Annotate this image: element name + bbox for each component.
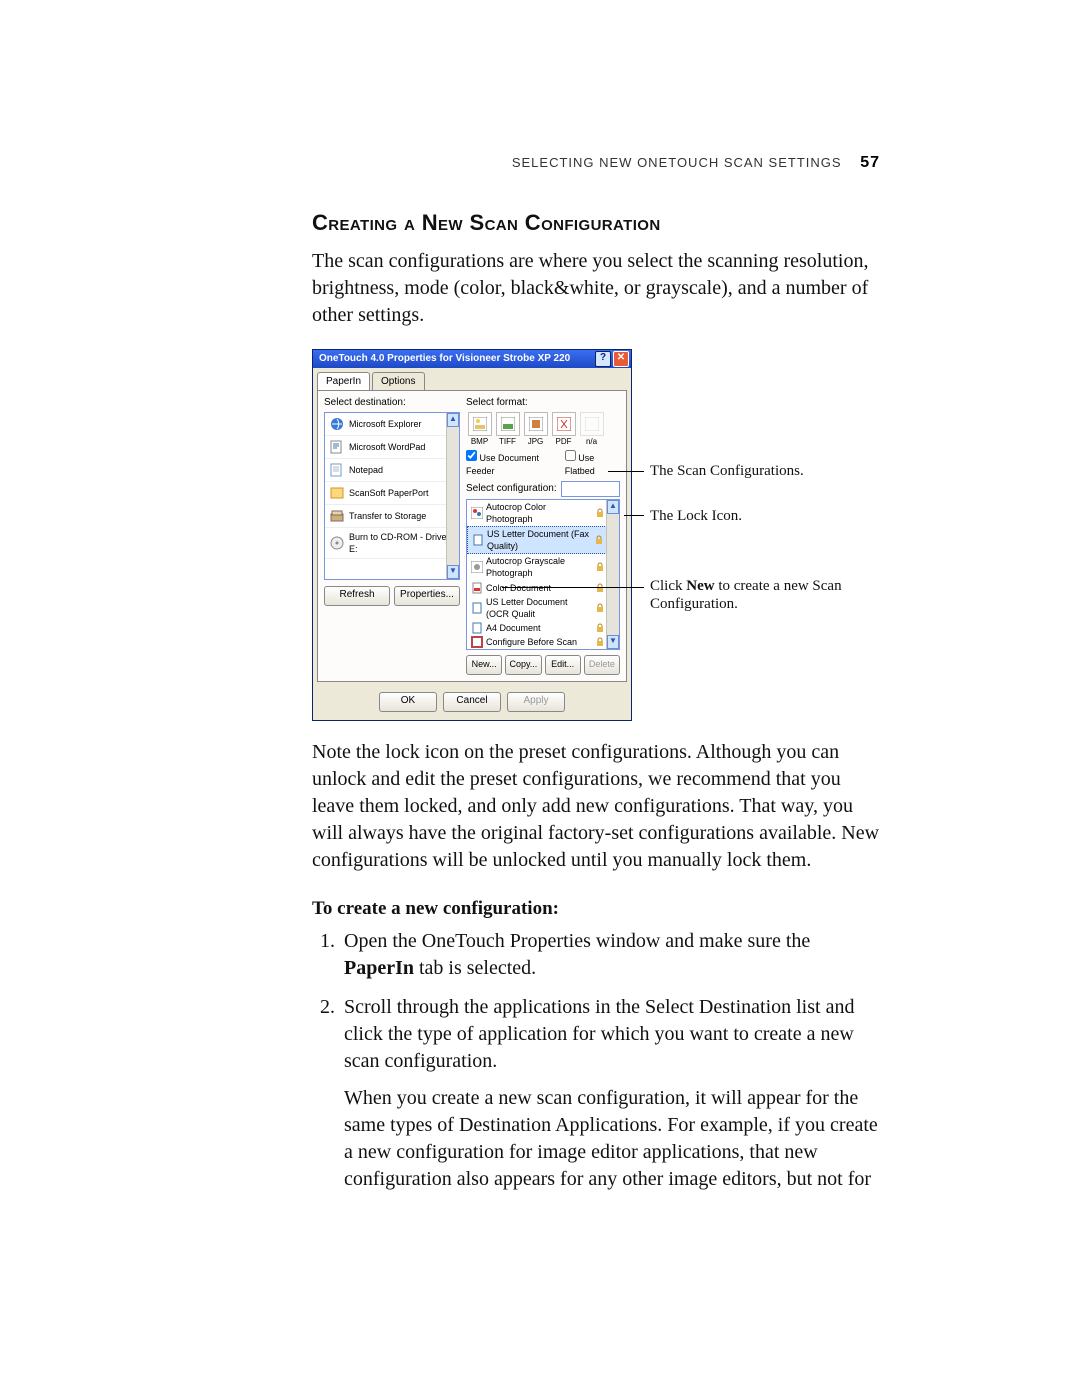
storage-icon bbox=[329, 508, 345, 524]
cd-icon bbox=[329, 535, 345, 551]
format-pdf[interactable]: PDF bbox=[550, 412, 577, 448]
figure: OneTouch 4.0 Properties for Visioneer St… bbox=[312, 349, 880, 722]
procedure-list: Open the OneTouch Properties window and … bbox=[312, 928, 880, 1193]
list-item-label: Notepad bbox=[349, 464, 383, 476]
config-item[interactable]: US Letter Document (OCR Qualit bbox=[467, 595, 619, 621]
lock-icon bbox=[595, 562, 605, 572]
lock-icon bbox=[595, 603, 605, 613]
page-number: 57 bbox=[860, 154, 880, 171]
list-item-label: Microsoft Explorer bbox=[349, 418, 422, 430]
destination-label: Select destination: bbox=[324, 396, 460, 410]
config-item[interactable]: US Letter Document (Fax Quality) bbox=[467, 526, 619, 554]
config-item[interactable]: A4 Document bbox=[467, 621, 619, 635]
format-grid: BMP TIFF JPG PDF n/a bbox=[466, 412, 620, 448]
color-photo-icon bbox=[471, 507, 483, 519]
callout-scan-configurations: The Scan Configurations. bbox=[650, 462, 804, 481]
configure-icon bbox=[471, 636, 483, 648]
refresh-button[interactable]: Refresh bbox=[324, 586, 390, 606]
delete-button[interactable]: Delete bbox=[584, 655, 620, 675]
running-header: Selecting New OneTouch Scan Settings 57 bbox=[512, 152, 880, 174]
config-item[interactable]: Configure Before Scan bbox=[467, 635, 619, 649]
edit-button[interactable]: Edit... bbox=[545, 655, 581, 675]
use-flatbed-checkbox[interactable]: Use Flatbed bbox=[565, 450, 620, 476]
note-paragraph: Note the lock icon on the preset configu… bbox=[312, 739, 880, 874]
step-note: When you create a new scan configuration… bbox=[344, 1085, 880, 1193]
format-bmp[interactable]: BMP bbox=[466, 412, 493, 448]
dialog-panel: Select destination: Microsoft Explorer bbox=[317, 390, 627, 682]
lock-icon bbox=[595, 508, 605, 518]
close-icon[interactable]: ✕ bbox=[613, 351, 629, 367]
callout-new: Click New to create a new Scan Configura… bbox=[650, 577, 854, 615]
copy-button[interactable]: Copy... bbox=[505, 655, 541, 675]
use-doc-feeder-checkbox[interactable]: Use Document Feeder bbox=[466, 450, 559, 476]
scroll-up-icon[interactable]: ▲ bbox=[607, 500, 619, 514]
ie-icon bbox=[329, 416, 345, 432]
properties-button[interactable]: Properties... bbox=[394, 586, 460, 606]
lock-icon bbox=[595, 637, 605, 647]
config-list[interactable]: Autocrop Color Photograph US Letter Docu… bbox=[466, 499, 620, 651]
scroll-down-icon[interactable]: ▼ bbox=[607, 635, 619, 649]
lock-icon bbox=[594, 535, 604, 545]
list-item[interactable]: ScanSoft PaperPort bbox=[325, 482, 459, 505]
manual-page: Selecting New OneTouch Scan Settings 57 … bbox=[0, 0, 1080, 1397]
running-header-text: Selecting New OneTouch Scan Settings bbox=[512, 155, 842, 170]
format-label: Select format: bbox=[466, 396, 620, 410]
format-na[interactable]: n/a bbox=[578, 412, 605, 448]
paperport-icon bbox=[329, 485, 345, 501]
dialog-bottom-buttons: OK Cancel Apply bbox=[313, 686, 631, 720]
list-item-label: Burn to CD-ROM - Drive E: bbox=[349, 531, 455, 555]
new-button[interactable]: New... bbox=[466, 655, 502, 675]
list-item[interactable]: Notepad bbox=[325, 459, 459, 482]
config-item[interactable]: Autocrop Grayscale Photograph bbox=[467, 554, 619, 580]
list-item-label: Microsoft WordPad bbox=[349, 441, 425, 453]
callout-lock-icon: The Lock Icon. bbox=[650, 507, 742, 526]
ok-button[interactable]: OK bbox=[379, 692, 437, 712]
list-item[interactable]: Burn to CD-ROM - Drive E: bbox=[325, 528, 459, 559]
help-icon[interactable]: ? bbox=[595, 351, 611, 367]
properties-dialog: OneTouch 4.0 Properties for Visioneer St… bbox=[312, 349, 632, 722]
color-doc-icon bbox=[471, 582, 483, 594]
document-icon bbox=[471, 602, 483, 614]
document-icon bbox=[472, 534, 484, 546]
format-jpg[interactable]: JPG bbox=[522, 412, 549, 448]
format-tiff[interactable]: TIFF bbox=[494, 412, 521, 448]
list-item: Open the OneTouch Properties window and … bbox=[340, 928, 880, 982]
cancel-button[interactable]: Cancel bbox=[443, 692, 501, 712]
lock-icon bbox=[595, 623, 605, 633]
list-item[interactable]: Transfer to Storage bbox=[325, 505, 459, 528]
list-item-label: Transfer to Storage bbox=[349, 510, 426, 522]
apply-button[interactable]: Apply bbox=[507, 692, 565, 712]
destination-column: Select destination: Microsoft Explorer bbox=[324, 396, 460, 675]
intro-paragraph: The scan configurations are where you se… bbox=[312, 248, 880, 329]
scroll-up-icon[interactable]: ▲ bbox=[447, 413, 459, 427]
tab-options[interactable]: Options bbox=[372, 372, 424, 391]
list-item-label: ScanSoft PaperPort bbox=[349, 487, 429, 499]
destination-scrollbar[interactable]: ▲ ▼ bbox=[446, 413, 459, 579]
dialog-title: OneTouch 4.0 Properties for Visioneer St… bbox=[319, 352, 570, 366]
format-config-column: Select format: BMP TIFF JPG PDF n/a Use … bbox=[466, 396, 620, 675]
list-item[interactable]: Microsoft WordPad bbox=[325, 436, 459, 459]
procedure-subhead: To create a new configuration: bbox=[312, 896, 880, 922]
document-icon bbox=[471, 622, 483, 634]
tab-strip: PaperIn Options bbox=[313, 368, 631, 391]
dialog-titlebar: OneTouch 4.0 Properties for Visioneer St… bbox=[313, 350, 631, 368]
config-search-input[interactable] bbox=[561, 481, 620, 497]
notepad-icon bbox=[329, 462, 345, 478]
destination-list[interactable]: Microsoft Explorer Microsoft WordPad bbox=[324, 412, 460, 580]
config-item[interactable]: Autocrop Color Photograph bbox=[467, 500, 619, 526]
tab-paperin[interactable]: PaperIn bbox=[317, 372, 370, 391]
config-scrollbar[interactable]: ▲ ▼ bbox=[606, 500, 619, 650]
section-heading: Creating a New Scan Configuration bbox=[312, 208, 880, 238]
grayscale-photo-icon bbox=[471, 561, 483, 573]
list-item: Scroll through the applications in the S… bbox=[340, 994, 880, 1193]
list-item[interactable]: Microsoft Explorer bbox=[325, 413, 459, 436]
config-label: Select configuration: bbox=[466, 482, 557, 496]
scroll-down-icon[interactable]: ▼ bbox=[447, 565, 459, 579]
wordpad-icon bbox=[329, 439, 345, 455]
